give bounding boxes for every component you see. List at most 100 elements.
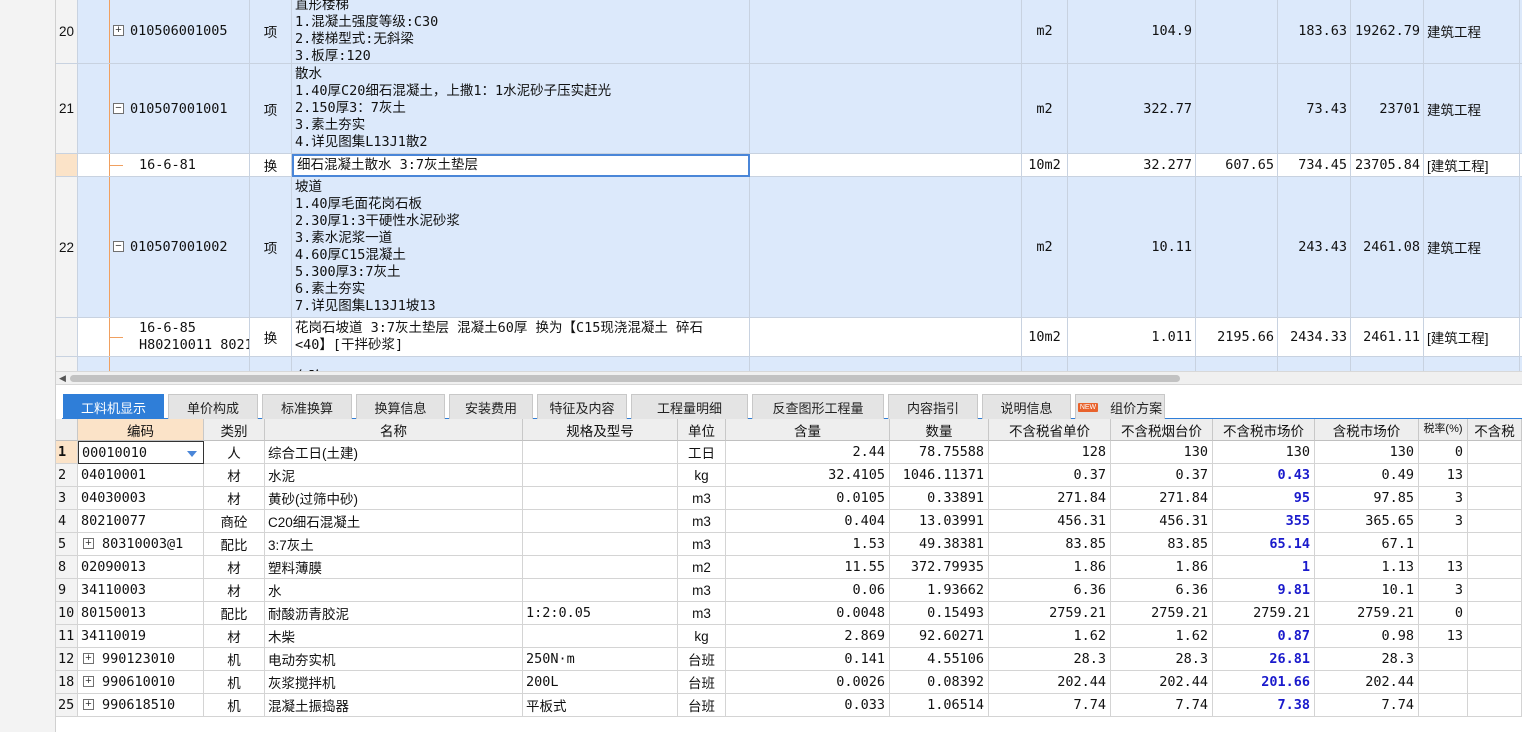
cell-prov[interactable]: 6.36	[989, 579, 1111, 602]
cell-spec[interactable]	[523, 579, 678, 602]
cell-name[interactable]: 混凝土振捣器	[265, 694, 523, 717]
tab-9[interactable]: 内容指引	[888, 394, 978, 419]
cell-unit[interactable]: 台班	[678, 694, 726, 717]
header-qty[interactable]: 数量	[890, 419, 989, 441]
cell-unit[interactable]: 台班	[678, 671, 726, 694]
cell-type[interactable]: 材	[204, 579, 265, 602]
cell-kind[interactable]	[250, 357, 292, 371]
cell-qty[interactable]: 0.15493	[890, 602, 989, 625]
cell-code[interactable]: 04030003	[78, 487, 204, 510]
header-spec[interactable]: 规格及型号	[523, 419, 678, 441]
cell-blank[interactable]	[750, 318, 1022, 357]
cell-mkt[interactable]: 355	[1213, 510, 1315, 533]
resource-row[interactable]: 2 04010001 材 水泥 kg 32.4105 1046.11371 0.37 0.37 0…	[56, 464, 1522, 487]
cell-rate[interactable]	[1419, 648, 1468, 671]
cell-mkt_tax[interactable]: 365.65	[1315, 510, 1419, 533]
cell-mkt[interactable]: 0.87	[1213, 625, 1315, 648]
cell-type[interactable]: 材	[204, 625, 265, 648]
cell-unit[interactable]: m3	[678, 510, 726, 533]
cell-code[interactable]: 80210077	[78, 510, 204, 533]
cell-prov[interactable]: 1.86	[989, 556, 1111, 579]
cell-name[interactable]: 黄砂(过筛中砂)	[265, 487, 523, 510]
cell-content[interactable]: 0.06	[726, 579, 890, 602]
header-unit[interactable]: 单位	[678, 419, 726, 441]
cell-content[interactable]: 0.033	[726, 694, 890, 717]
cell-price[interactable]: 607.65	[1196, 154, 1278, 177]
cell-spec[interactable]	[523, 533, 678, 556]
expand-icon[interactable]: +	[83, 538, 94, 549]
cell-cat[interactable]: 建筑工程	[1424, 177, 1520, 318]
tab-11[interactable]: NEW 组价方案	[1075, 394, 1165, 419]
cell-content[interactable]: 2.869	[726, 625, 890, 648]
cell-qty[interactable]: 49.38381	[890, 533, 989, 556]
cell-blank[interactable]	[750, 177, 1022, 318]
cell-code[interactable]: +990610010	[78, 671, 204, 694]
cell-qty[interactable]: 13.03991	[890, 510, 989, 533]
cell-yt[interactable]: 130	[1111, 441, 1213, 464]
cell-unit[interactable]: m3	[678, 579, 726, 602]
resource-row[interactable]: 3 04030003 材 黄砂(过筛中砂) m3 0.0105 0.33891 271.84 2…	[56, 487, 1522, 510]
cell-mkt_tax[interactable]: 97.85	[1315, 487, 1419, 510]
cell-name[interactable]: 耐酸沥青胶泥	[265, 602, 523, 625]
cell-blank[interactable]	[750, 357, 1022, 371]
cell-unit[interactable]: m3	[678, 602, 726, 625]
cell-qty[interactable]: 0.08392	[890, 671, 989, 694]
cell-mkt[interactable]: 0.43	[1213, 464, 1315, 487]
cell-desc[interactable]: 坡道 1.40厚毛面花岗石板 2.30厚1:3干硬性水泥砂浆 3.素水泥浆一道 4.60…	[292, 177, 750, 318]
cell-desc[interactable]: 台阶	[292, 357, 750, 371]
cell-unit[interactable]: m3	[678, 487, 726, 510]
cell-name[interactable]: 水泥	[265, 464, 523, 487]
bill-item-row[interactable]: 20 +010506001005 项直形楼梯 1.混凝土强度等级:C30 2.楼梯型式:…	[56, 0, 1522, 64]
cell-price[interactable]: 2195.66	[1196, 318, 1278, 357]
cell-mkt[interactable]: 26.81	[1213, 648, 1315, 671]
cell-total[interactable]: 2461.11	[1351, 318, 1424, 357]
cell-qty[interactable]: 92.60271	[890, 625, 989, 648]
tab-4[interactable]: 换算信息	[356, 394, 445, 419]
cell-total[interactable]: 2461.08	[1351, 177, 1424, 318]
cell-spec[interactable]	[523, 487, 678, 510]
cell-prov[interactable]: 7.74	[989, 694, 1111, 717]
cell-rate[interactable]: 0	[1419, 602, 1468, 625]
cell-desc[interactable]: 散水 1.40厚C20细石混凝土，上撒1：1水泥砂子压实赶光 2.150厚3：7灰土…	[292, 64, 750, 154]
cell-content[interactable]: 0.0105	[726, 487, 890, 510]
cell-spec[interactable]	[523, 510, 678, 533]
cell-extra[interactable]	[1468, 579, 1522, 602]
cell-mkt_tax[interactable]: 0.98	[1315, 625, 1419, 648]
cell-extra[interactable]	[1468, 510, 1522, 533]
cell-combined[interactable]: 183.63	[1278, 0, 1351, 64]
cell-spec[interactable]: 1:2:0.05	[523, 602, 678, 625]
cell-desc[interactable]: 花岗石坡道 3:7灰土垫层 混凝土60厚 换为【C15现浇混凝土 碎石 <40】[…	[292, 318, 750, 357]
cell-kind[interactable]: 换	[250, 318, 292, 357]
tab-5[interactable]: 安装费用	[449, 394, 533, 419]
cell-price[interactable]	[1196, 177, 1278, 318]
cell-name[interactable]: 水	[265, 579, 523, 602]
cell-unit[interactable]: 工日	[678, 441, 726, 464]
cell-content[interactable]: 0.141	[726, 648, 890, 671]
cell-code[interactable]: +80310003@1	[78, 533, 204, 556]
cell-type[interactable]: 商砼	[204, 510, 265, 533]
cell-blank[interactable]	[750, 64, 1022, 154]
cell-spec[interactable]: 250N·m	[523, 648, 678, 671]
cell-rate[interactable]	[1419, 694, 1468, 717]
quota-sub-row[interactable]: 16-6-85 H80210011 8021… 换花岗石坡道 3:7灰土垫层 混凝土…	[56, 318, 1522, 357]
header-extra[interactable]: 不含税	[1468, 419, 1522, 441]
cell-type[interactable]: 人	[204, 441, 265, 464]
cell-name[interactable]: 塑料薄膜	[265, 556, 523, 579]
cell-spec[interactable]	[523, 464, 678, 487]
cell-type[interactable]: 机	[204, 694, 265, 717]
cell-mkt_tax[interactable]: 1.13	[1315, 556, 1419, 579]
cell-mkt_tax[interactable]: 130	[1315, 441, 1419, 464]
cell-unit[interactable]: m2	[1022, 64, 1068, 154]
cell-qty[interactable]: 1.011	[1068, 318, 1196, 357]
cell-extra[interactable]	[1468, 464, 1522, 487]
cell-code[interactable]: 34110003	[78, 579, 204, 602]
cell-code[interactable]: 34110019	[78, 625, 204, 648]
cell-extra[interactable]	[1468, 671, 1522, 694]
cell-code[interactable]: −010507001002	[78, 177, 250, 318]
cell-qty[interactable]: 322.77	[1068, 64, 1196, 154]
cell-extra[interactable]	[1468, 556, 1522, 579]
header-code[interactable]: 编码	[78, 419, 204, 441]
cell-unit[interactable]: 10m2	[1022, 318, 1068, 357]
cell-qty[interactable]: 1.93662	[890, 579, 989, 602]
cell-spec[interactable]: 平板式	[523, 694, 678, 717]
